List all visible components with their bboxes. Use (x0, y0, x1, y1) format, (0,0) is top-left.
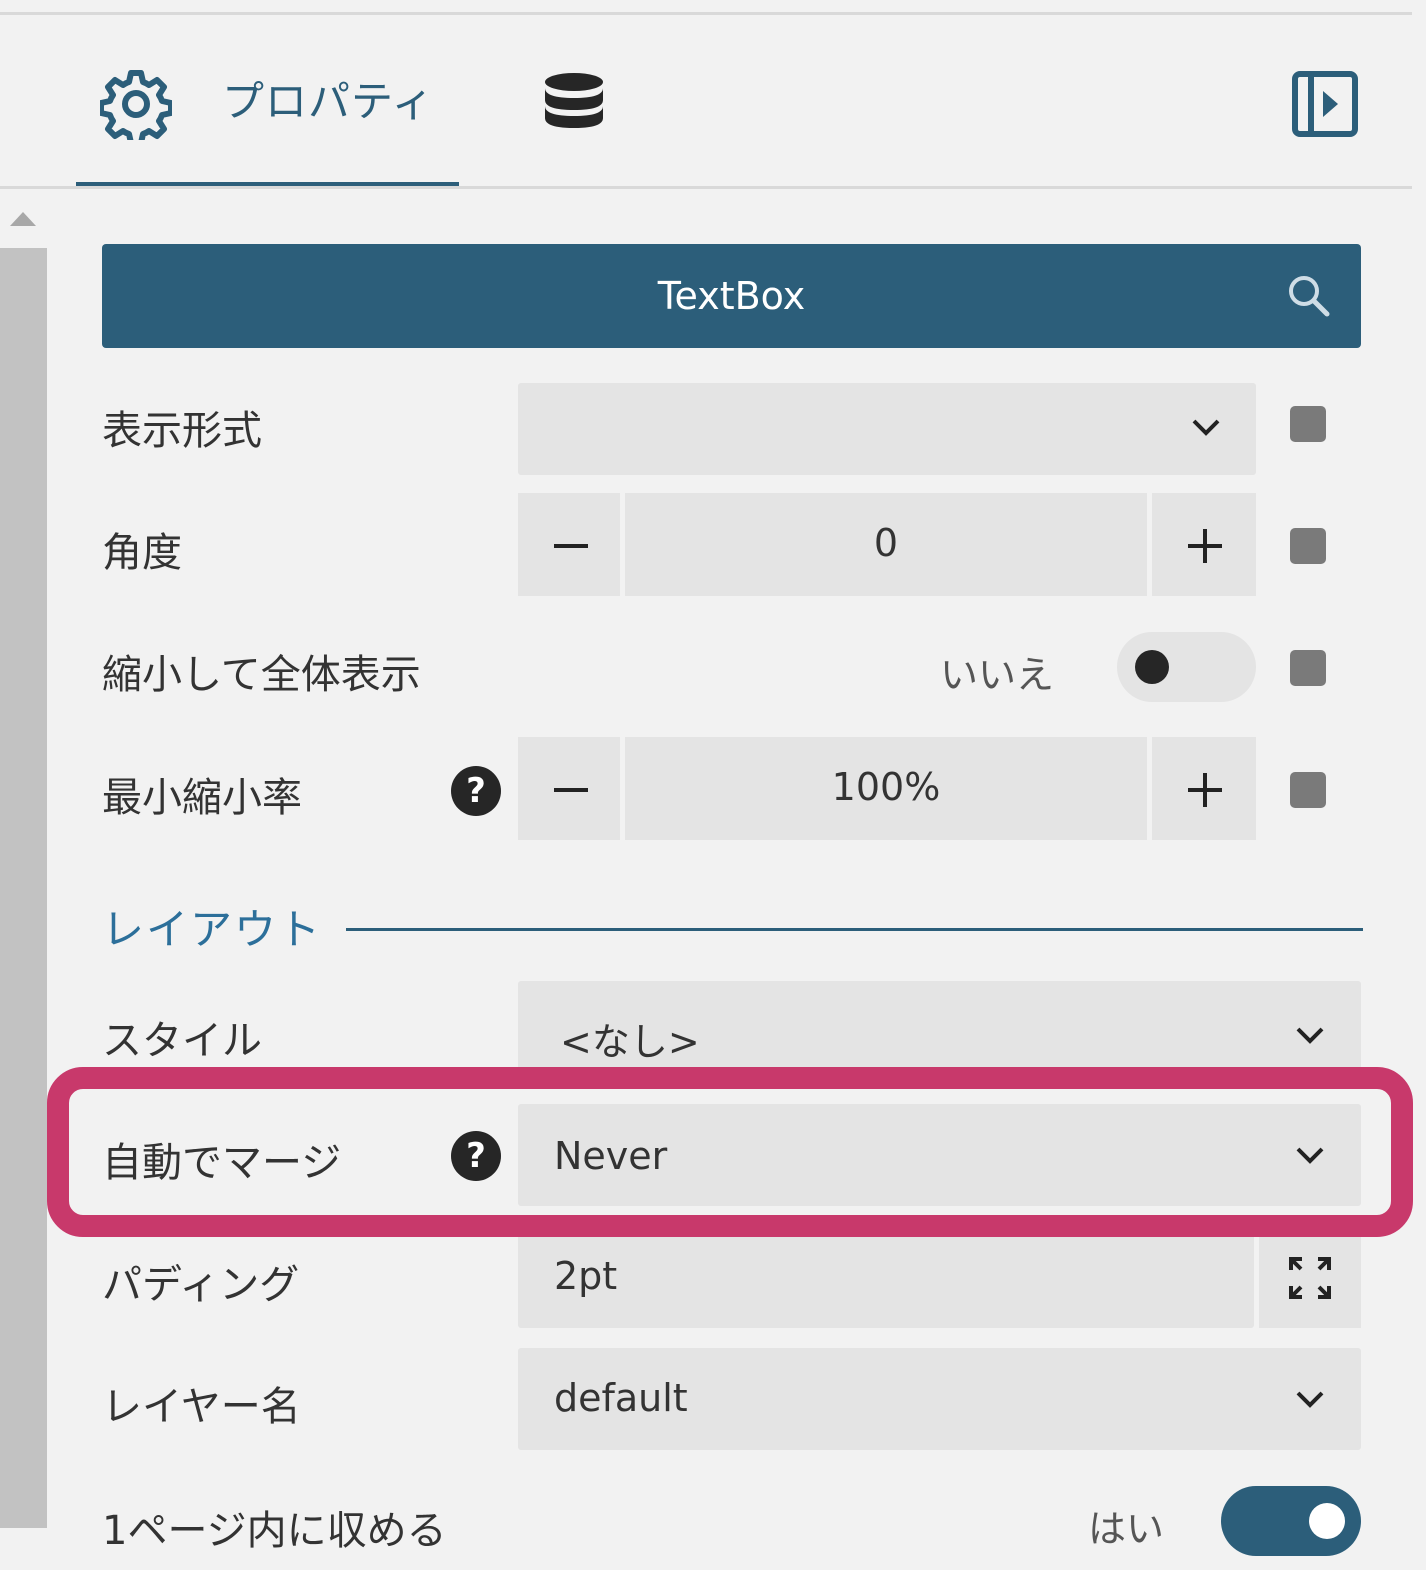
tabbar-divider (0, 186, 1412, 189)
angle-input[interactable]: 0 (625, 493, 1147, 596)
style-value: <なし> (560, 1020, 700, 1064)
layer-name-label: レイヤー名 (102, 1384, 301, 1430)
min-shrink-ratio-value: 100% (831, 765, 941, 809)
keep-on-one-page-label: 1ページ内に収める (102, 1508, 447, 1554)
shrink-to-fit-state: いいえ (940, 653, 1055, 697)
padding-value: 2pt (554, 1254, 618, 1298)
top-divider (0, 12, 1412, 15)
plus-icon-vertical (1203, 773, 1207, 807)
element-type-header: TextBox (102, 244, 1361, 348)
scrollbar-thumb[interactable] (0, 248, 47, 1528)
min-shrink-ratio-decrement-button[interactable] (518, 737, 620, 840)
toggle-knob (1309, 1503, 1345, 1539)
section-divider (346, 928, 1363, 931)
chevron-down-icon (1192, 419, 1220, 436)
padding-input[interactable]: 2pt (518, 1226, 1254, 1328)
toggle-knob (1135, 650, 1169, 684)
layer-name-value: default (554, 1376, 688, 1420)
chevron-down-icon (1296, 1391, 1324, 1408)
database-icon[interactable] (543, 72, 605, 138)
display-format-reset[interactable] (1290, 406, 1326, 442)
shrink-to-fit-label: 縮小して全体表示 (102, 652, 421, 698)
display-format-select[interactable] (518, 383, 1256, 475)
angle-increment-button[interactable] (1152, 493, 1256, 596)
min-shrink-ratio-reset[interactable] (1290, 772, 1326, 808)
minus-icon (554, 788, 588, 792)
angle-value: 0 (873, 521, 899, 565)
search-icon[interactable] (1287, 274, 1331, 318)
display-format-label: 表示形式 (102, 408, 262, 454)
minus-icon (554, 544, 588, 548)
layer-name-select[interactable]: default (518, 1348, 1361, 1450)
shrink-to-fit-toggle[interactable] (1117, 632, 1256, 702)
panel-collapse-icon[interactable] (1292, 71, 1358, 137)
keep-on-one-page-toggle[interactable] (1221, 1486, 1361, 1556)
keep-on-one-page-state: はい (1088, 1507, 1165, 1551)
min-shrink-ratio-increment-button[interactable] (1152, 737, 1256, 840)
shrink-to-fit-reset[interactable] (1290, 650, 1326, 686)
expand-icon (1289, 1257, 1331, 1299)
help-icon[interactable]: ? (451, 766, 501, 816)
highlight-frame (47, 1067, 1413, 1237)
gear-icon (100, 70, 172, 140)
tab-properties-label: プロパティ (222, 77, 435, 126)
style-label: スタイル (102, 1018, 262, 1064)
min-shrink-ratio-input[interactable]: 100% (625, 737, 1147, 840)
angle-label: 角度 (102, 530, 182, 576)
scroll-up-arrow[interactable] (10, 212, 36, 226)
padding-expand-button[interactable] (1259, 1226, 1361, 1328)
element-type-title: TextBox (657, 274, 806, 318)
padding-label: パディング (102, 1262, 300, 1308)
plus-icon-vertical (1203, 529, 1207, 563)
chevron-down-icon (1296, 1027, 1324, 1044)
angle-decrement-button[interactable] (518, 493, 620, 596)
angle-reset[interactable] (1290, 528, 1326, 564)
section-title-layout: レイアウト (102, 905, 323, 954)
min-shrink-ratio-label: 最小縮小率 (102, 775, 302, 821)
